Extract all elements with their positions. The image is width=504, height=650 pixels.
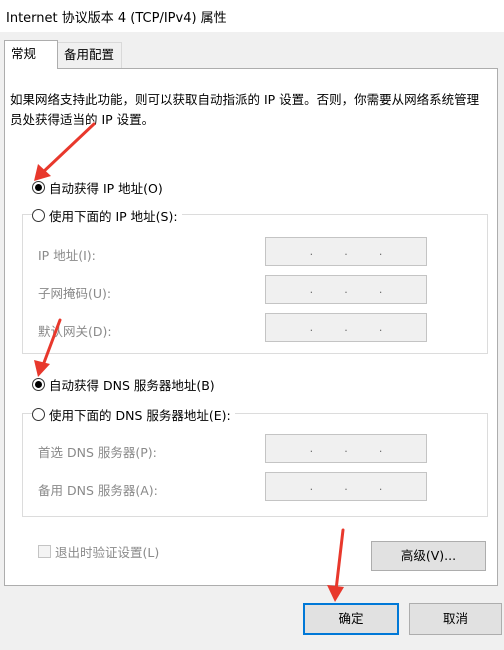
tab-general[interactable]: 常规 [4,40,58,69]
validate-settings-label: 退出时验证设置(L) [55,545,160,560]
ok-button[interactable]: 确定 [303,603,399,635]
title-bar: Internet 协议版本 4 (TCP/IPv4) 属性 [0,0,504,32]
ip-address-input[interactable]: ... [265,237,427,266]
checkbox[interactable] [38,545,51,558]
ip-dot: . [344,442,348,455]
auto-ip-label: 自动获得 IP 地址(O) [49,180,163,196]
ip-dot: . [378,245,383,258]
manual-ip-label: 使用下面的 IP 地址(S): [49,208,178,224]
validate-settings-checkbox[interactable]: 退出时验证设置(L) [38,542,159,561]
ip-dot: . [344,283,348,296]
auto-dns-label: 自动获得 DNS 服务器地址(B) [49,377,215,393]
advanced-button[interactable]: 高级(V)... [371,541,486,571]
subnet-mask-label: 子网掩码(U): [38,286,112,301]
ip-dot: . [309,480,314,493]
ip-dot: . [309,245,314,258]
radio-button[interactable] [32,407,45,421]
alternate-dns-label: 备用 DNS 服务器(A): [38,483,158,498]
auto-dns-radio[interactable]: 自动获得 DNS 服务器地址(B) [32,375,215,393]
cancel-button[interactable]: 取消 [409,603,502,635]
ip-dot: . [344,245,348,258]
ip-dot: . [344,480,348,493]
subnet-mask-input[interactable]: ... [265,275,427,304]
preferred-dns-label: 首选 DNS 服务器(P): [38,445,157,460]
window-title: Internet 协议版本 4 (TCP/IPv4) 属性 [6,11,227,26]
manual-dns-group [22,413,488,517]
ip-dot: . [378,321,383,334]
auto-ip-radio[interactable]: 自动获得 IP 地址(O) [32,178,163,196]
preferred-dns-input[interactable]: ... [265,434,427,463]
ip-dot: . [309,442,314,455]
ip-dot: . [344,321,348,334]
alternate-dns-input[interactable]: ... [265,472,427,501]
ip-dot: . [309,283,314,296]
default-gateway-input[interactable]: ... [265,313,427,342]
manual-dns-radio[interactable]: 使用下面的 DNS 服务器地址(E): [32,405,235,423]
ip-dot: . [378,442,383,455]
tab-alternate-config[interactable]: 备用配置 [58,42,122,68]
radio-button[interactable] [32,208,45,222]
default-gateway-label: 默认网关(D): [38,324,112,339]
ip-address-label: IP 地址(I): [38,248,96,263]
ip-dot: . [378,283,383,296]
radio-button[interactable] [32,377,45,391]
manual-dns-label: 使用下面的 DNS 服务器地址(E): [49,407,231,423]
ip-dot: . [309,321,314,334]
radio-button[interactable] [32,180,45,194]
description-text: 如果网络支持此功能，则可以获取自动指派的 IP 设置。否则，你需要从网络系统管理… [10,92,480,127]
manual-ip-radio[interactable]: 使用下面的 IP 地址(S): [32,206,182,224]
ip-dot: . [378,480,383,493]
